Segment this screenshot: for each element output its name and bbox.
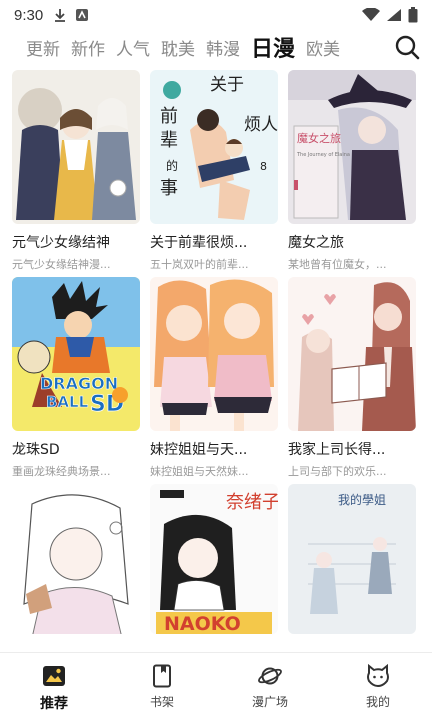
tab-korean[interactable]: 韩漫 [206,35,240,60]
comic-cover [288,277,416,431]
comic-title: 魔女之旅 [288,235,344,251]
planet-icon [258,667,282,685]
svg-text:事: 事 [160,178,178,199]
nav-bookshelf-label: 书架 [149,695,174,709]
comic-card[interactable]: 妹控姐姐与天... 妹控姐姐与天然妹... [150,277,278,484]
comic-description: 上司与部下的欢乐... [288,465,387,478]
bookshelf-icon [153,664,171,688]
tab-western[interactable]: 欧美 [306,35,340,60]
comic-title: 元气少女缘结神 [12,235,110,251]
tab-new[interactable]: 新作 [71,35,105,60]
comic-description: 妹控姐姐与天然妹... [150,465,249,478]
cover-image: 奈绪子 NAOKO [150,484,278,634]
comic-card[interactable]: 我的學姐 [288,484,416,642]
comic-cover: DRAGON BALL SD [12,277,140,431]
cover-image: 魔女之旅 The Journey of Elaina [288,70,416,224]
tab-popular[interactable]: 人气 [116,35,150,60]
nav-bookshelf[interactable]: 书架 [108,653,216,720]
svg-text:The Journey of Elaina: The Journey of Elaina [296,152,350,158]
svg-text:NAOKO: NAOKO [164,613,241,634]
comic-card[interactable]: 我家上司长得... 上司与部下的欢乐... [288,277,416,484]
svg-text:BALL: BALL [46,393,89,411]
comic-description: 五十岚双叶的前辈... [150,258,249,271]
cover-title-text: 关于 [210,75,244,95]
status-bar: 9:30 [0,0,432,30]
download-icon [55,9,66,22]
svg-text:前: 前 [160,106,178,127]
nav-comic-plaza-label: 漫广场 [251,695,288,709]
cover-image [12,484,140,634]
comic-cover: 奈绪子 NAOKO [150,484,278,634]
comic-cover: 魔女之旅 The Journey of Elaina [288,70,416,224]
svg-text:魔女之旅: 魔女之旅 [297,131,341,145]
status-time: 9:30 [14,6,44,24]
svg-text:烦人: 烦人 [244,115,278,135]
profile-icon [367,663,389,688]
nav-recommend[interactable]: 推荐 [0,653,108,720]
cover-image: 我的學姐 [288,484,416,634]
comic-cover [12,70,140,224]
comic-card[interactable]: 奈绪子 NAOKO [150,484,278,642]
cover-image [150,277,278,431]
svg-text:的: 的 [166,158,178,173]
comic-card[interactable]: DRAGON BALL SD 龙珠SD 重画龙珠经典场景... [12,277,140,484]
comic-card[interactable] [12,484,140,642]
svg-text:奈绪子: 奈绪子 [226,492,278,513]
comic-title: 我家上司长得... [288,442,386,458]
comic-card[interactable]: 元气少女缘结神 元气少女缘结神漫... [12,70,140,277]
svg-text:DRAGON: DRAGON [40,374,118,393]
comic-card[interactable]: 魔女之旅 The Journey of Elaina 魔女之旅 某地曾有位魔女，… [288,70,416,277]
app-notification-icon [76,9,89,21]
category-tabs: 更新 新作 人气 耽美 韩漫 日漫 欧美 [0,30,432,64]
comic-title: 关于前辈很烦... [150,235,248,251]
cover-image: 关于 前 辈 的 事 烦人 8 [150,70,278,224]
nav-comic-plaza[interactable]: 漫广场 [216,653,324,720]
signal-icon [387,9,401,21]
recommend-icon [43,666,65,686]
comic-title: 妹控姐姐与天... [150,442,248,458]
comic-cover [150,277,278,431]
comic-description: 某地曾有位魔女，... [288,258,387,271]
wifi-icon [362,8,380,21]
nav-profile-label: 我的 [365,695,390,709]
svg-text:我的學姐: 我的學姐 [338,492,386,507]
comic-title: 龙珠SD [12,442,60,458]
svg-text:8: 8 [260,160,267,173]
comic-grid: 元气少女缘结神 元气少女缘结神漫... 关于 前 辈 的 事 烦人 8 关于前辈… [12,70,422,642]
cover-image: DRAGON BALL SD [12,277,140,431]
cover-image [12,70,140,224]
nav-recommend-label: 推荐 [40,696,68,712]
bottom-navigation: 推荐 书架 漫广场 我的 [0,652,432,720]
cover-image [288,277,416,431]
tab-updates[interactable]: 更新 [26,35,60,60]
tab-japanese[interactable]: 日漫 [251,31,295,63]
tab-bl[interactable]: 耽美 [161,35,195,60]
comic-cover: 我的學姐 [288,484,416,634]
comic-cover [12,484,140,634]
comic-card[interactable]: 关于 前 辈 的 事 烦人 8 关于前辈很烦... 五十岚双叶的前辈... [150,70,278,277]
comic-cover: 关于 前 辈 的 事 烦人 8 [150,70,278,224]
comic-description: 元气少女缘结神漫... [12,258,111,271]
nav-profile[interactable]: 我的 [324,653,432,720]
search-icon[interactable] [394,34,420,60]
comic-description: 重画龙珠经典场景... [12,465,111,478]
svg-text:辈: 辈 [160,130,178,151]
battery-icon [408,7,418,23]
